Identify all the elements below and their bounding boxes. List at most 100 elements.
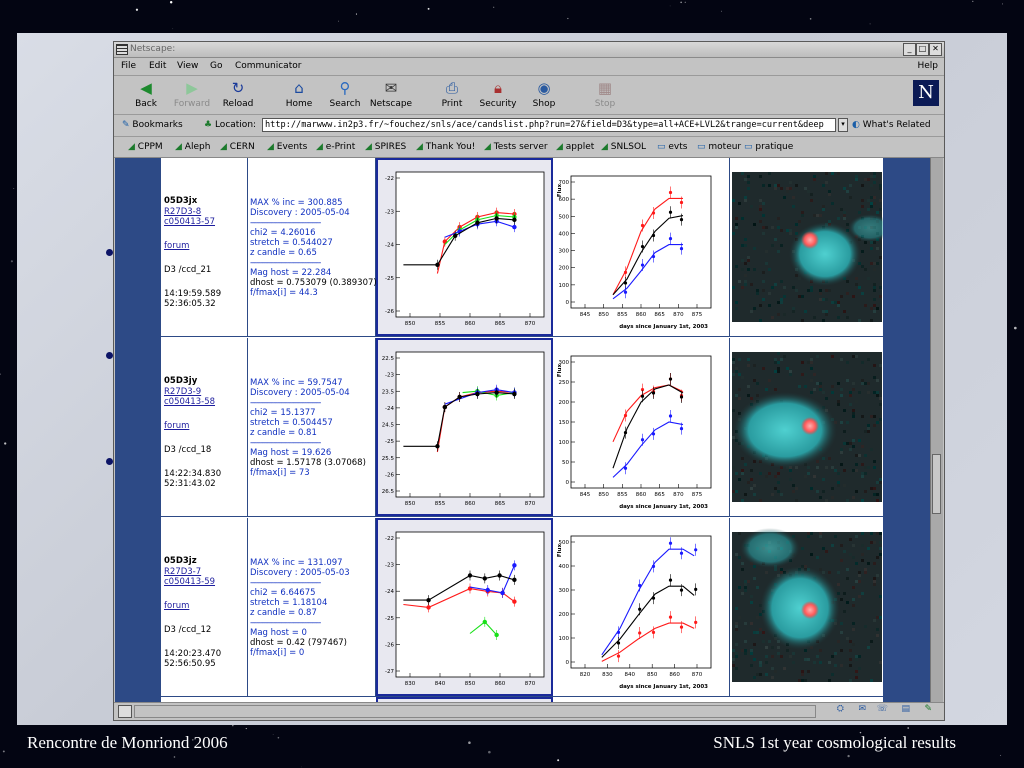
stamp-noise-pixel — [804, 385, 807, 388]
forum-link[interactable]: forum — [164, 241, 247, 251]
flux-plot-blue-point — [694, 548, 698, 552]
bookmark-snlsol[interactable]: ◢ SNLSOL — [601, 137, 646, 157]
stamp-noise-pixel — [738, 358, 741, 361]
back-button[interactable]: ◀ Back — [121, 78, 171, 109]
menu-file[interactable]: File — [121, 58, 136, 75]
stamp-noise-pixel — [876, 307, 879, 310]
flux-ylabel: Flux — [557, 544, 563, 558]
home-button[interactable]: ⌂ Home — [274, 78, 324, 109]
vertical-scrollbar[interactable] — [930, 158, 943, 703]
stamp-noise-pixel — [837, 382, 840, 385]
stamp-noise-pixel — [879, 397, 882, 400]
reload-button[interactable]: ↻ Reload — [213, 78, 263, 109]
component-bar-icon[interactable]: ⛭ — [837, 704, 844, 714]
forum-link[interactable]: forum — [164, 601, 247, 611]
run-link[interactable]: R27D3-8 — [164, 207, 247, 217]
stamp-noise-pixel — [762, 631, 765, 634]
stamp-noise-pixel — [816, 466, 819, 469]
bookmark-applet[interactable]: ◢ applet — [556, 137, 594, 157]
menu-go[interactable]: Go — [210, 58, 222, 75]
run-link[interactable]: R27D3-7 — [164, 567, 247, 577]
stamp-noise-pixel — [756, 289, 759, 292]
magnitude-light-curve: -22 -23 -24 -25 -26 -27 830 840 850 860 870 — [376, 518, 553, 696]
stamp-noise-pixel — [858, 667, 861, 670]
page-content[interactable]: 05D3jx R27D3-8 c050413-57 forum D3 /ccd_21 14… — [115, 158, 930, 703]
stamp-noise-pixel — [837, 172, 840, 175]
stat-line: Discovery : 2005-05-04 — [250, 388, 350, 398]
bookmark-events[interactable]: ◢ Events — [267, 137, 307, 157]
bookmark-cern[interactable]: ◢ CERN — [220, 137, 255, 157]
whats-related-button[interactable]: ◐ What's Related — [852, 115, 931, 136]
security-status-icon[interactable] — [118, 705, 132, 718]
forward-button[interactable]: ▶ Forward — [167, 78, 217, 109]
bookmarks-button[interactable]: ✎ Bookmarks — [122, 115, 183, 136]
url-input[interactable]: http://marwww.in2p3.fr/~fouchez/snls/ace… — [262, 118, 836, 132]
stamp-noise-pixel — [780, 493, 783, 496]
stop-button[interactable]: ▦ Stop — [580, 78, 630, 109]
stamp-noise-pixel — [768, 292, 771, 295]
stamp-noise-pixel — [840, 544, 843, 547]
candidate-link[interactable]: c050413-58 — [164, 397, 247, 407]
maximize-icon[interactable]: □ — [916, 43, 929, 56]
stamp-noise-pixel — [861, 199, 864, 202]
bookmark-thank-you[interactable]: ◢ Thank You! — [416, 137, 475, 157]
discussion-icon[interactable]: ☏ — [877, 704, 888, 714]
star — [2, 750, 5, 753]
declination: 52:56:50.95 — [164, 659, 216, 669]
stamp-noise-pixel — [849, 448, 852, 451]
star — [4, 442, 7, 445]
fit-line: stretch = 1.18104 — [250, 598, 328, 608]
stamp-noise-pixel — [879, 256, 882, 259]
mag-plot-xtick-label: 860 — [465, 321, 476, 327]
scrollbar-thumb[interactable] — [932, 454, 941, 514]
composer-icon[interactable]: ▤ — [901, 704, 910, 714]
stamp-noise-pixel — [867, 427, 870, 430]
netscape-logo[interactable]: N — [913, 80, 939, 106]
run-link[interactable]: R27D3-9 — [164, 387, 247, 397]
search-button[interactable]: ⚲ Search — [320, 78, 370, 109]
menu-view[interactable]: View — [177, 58, 198, 75]
menu-edit[interactable]: Edit — [149, 58, 166, 75]
menu-bar: File Edit View Go Communicator Help — [114, 58, 944, 76]
stamp-noise-pixel — [873, 196, 876, 199]
flux-plot-blue-point — [679, 427, 684, 431]
menu-help[interactable]: Help — [917, 58, 938, 75]
forum-link[interactable]: forum — [164, 421, 247, 431]
stamp-noise-pixel — [843, 217, 846, 220]
url-dropdown-icon[interactable]: ▾ — [838, 118, 848, 132]
stamp-noise-pixel — [765, 571, 768, 574]
bookmark-tests-server[interactable]: ◢ Tests server — [484, 137, 548, 157]
folder-evts[interactable]: ▭ evts — [657, 137, 687, 157]
flux-plot-blue-point — [651, 564, 656, 568]
security-button[interactable]: 🔒︎ Security — [473, 78, 523, 109]
editor-icon[interactable]: ✎ — [924, 704, 932, 714]
print-button[interactable]: ⎙ Print — [427, 78, 477, 109]
stamp-noise-pixel — [858, 319, 861, 322]
stamp-noise-pixel — [777, 490, 780, 493]
bookmark-eprint[interactable]: ◢ e-Print — [316, 137, 355, 157]
bookmark-cppm[interactable]: ◢ CPPM — [128, 137, 163, 157]
folder-moteur[interactable]: ▭ moteur — [697, 137, 741, 157]
bookmark-icon: ◢ — [316, 142, 323, 152]
candidate-stamp-image — [730, 518, 883, 696]
stamp-noise-pixel — [756, 631, 759, 634]
mail-icon[interactable]: ✉ — [858, 704, 866, 714]
stamp-noise-pixel — [780, 280, 783, 283]
bookmark-aleph[interactable]: ◢ Aleph — [175, 137, 210, 157]
candidate-link[interactable]: c050413-57 — [164, 217, 247, 227]
bookmark-spires[interactable]: ◢ SPIRES — [365, 137, 406, 157]
window-menu-icon[interactable] — [116, 44, 128, 55]
stamp-noise-pixel — [873, 262, 876, 265]
shop-button[interactable]: ◉ Shop — [519, 78, 569, 109]
minimize-icon[interactable]: _ — [903, 43, 916, 56]
stamp-noise-pixel — [825, 550, 828, 553]
stamp-noise-pixel — [738, 532, 741, 535]
stamp-noise-pixel — [873, 304, 876, 307]
close-icon[interactable]: ✕ — [929, 43, 942, 56]
netscape-button[interactable]: ✉ Netscape — [366, 78, 416, 109]
candidate-link[interactable]: c050413-59 — [164, 577, 247, 587]
folder-pratique[interactable]: ▭ pratique — [744, 137, 793, 157]
bookmark-icon: ◢ — [175, 142, 182, 152]
stamp-noise-pixel — [825, 181, 828, 184]
menu-communicator[interactable]: Communicator — [235, 58, 301, 75]
